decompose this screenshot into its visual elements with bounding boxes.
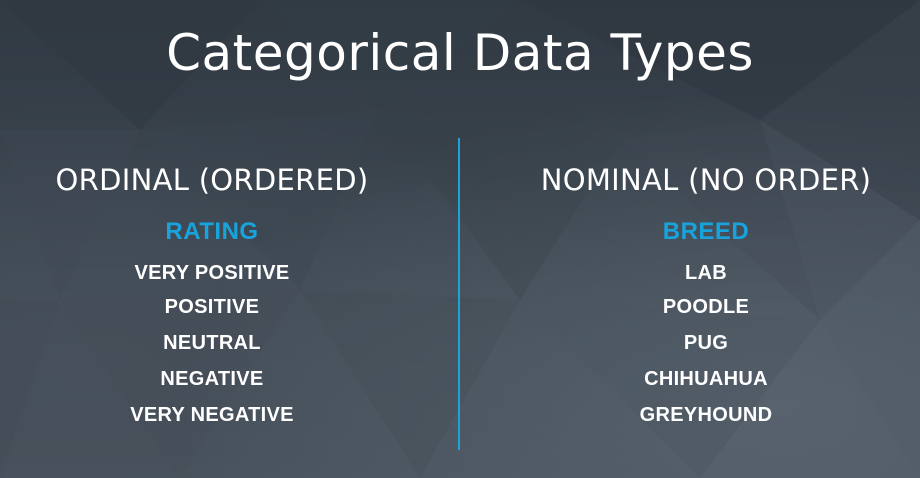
ordinal-item: POSITIVE xyxy=(164,296,260,318)
ordinal-column: ORDINAL (ORDERED) RATING VERY POSITIVE P… xyxy=(2,160,422,433)
column-divider xyxy=(458,138,460,450)
nominal-item: CHIHUAHUA xyxy=(644,368,768,390)
nominal-heading: NOMINAL (NO ORDER) xyxy=(540,163,872,197)
nominal-item: GREYHOUND xyxy=(639,404,773,426)
ordinal-item-list: VERY POSITIVE POSITIVE NEUTRAL NEGATIVE … xyxy=(2,258,422,433)
nominal-item-list: LAB POODLE PUG CHIHUAHUA GREYHOUND xyxy=(496,258,916,433)
nominal-column: NOMINAL (NO ORDER) BREED LAB POODLE PUG … xyxy=(496,160,916,433)
nominal-item: PUG xyxy=(683,332,729,354)
ordinal-heading: ORDINAL (ORDERED) xyxy=(55,163,369,197)
nominal-item: POODLE xyxy=(662,296,750,318)
slide: Categorical Data Types ORDINAL (ORDERED)… xyxy=(0,0,920,478)
ordinal-example-label: RATING xyxy=(165,218,259,245)
ordinal-item: NEUTRAL xyxy=(163,332,261,354)
ordinal-item: VERY POSITIVE xyxy=(134,262,290,284)
ordinal-item: NEGATIVE xyxy=(160,368,264,390)
nominal-example-label: BREED xyxy=(662,218,750,245)
slide-title: Categorical Data Types xyxy=(166,24,754,82)
nominal-item: LAB xyxy=(684,262,727,284)
ordinal-item: VERY NEGATIVE xyxy=(130,404,294,426)
